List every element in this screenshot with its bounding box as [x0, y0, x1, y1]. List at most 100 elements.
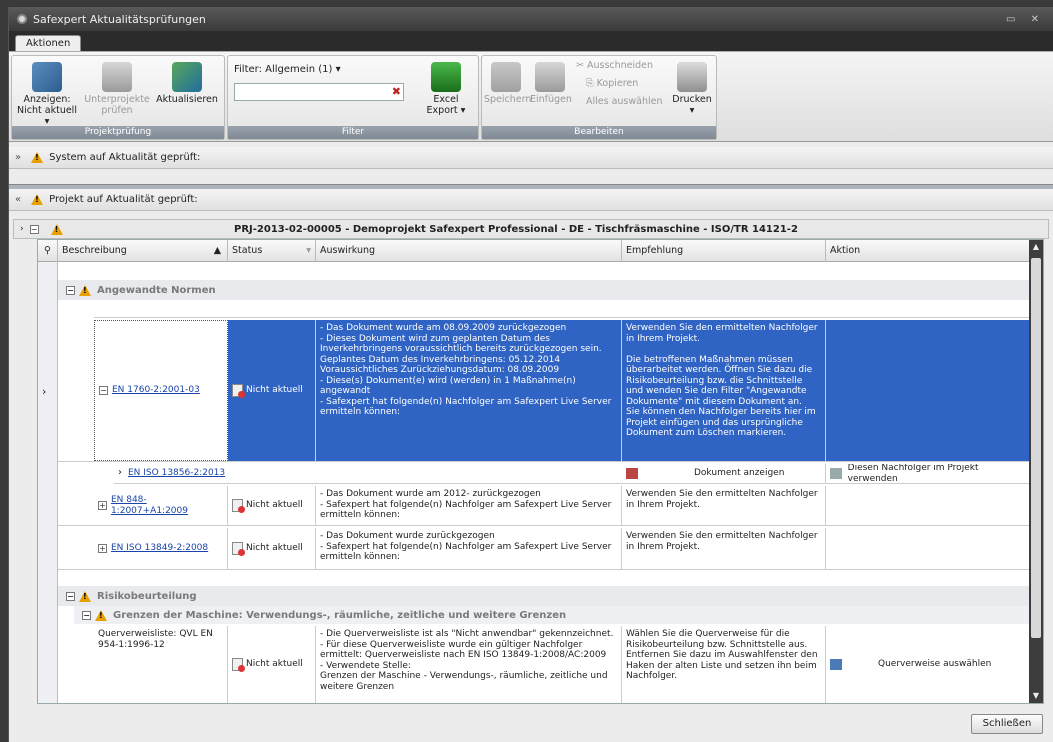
- group-filter: Filter: Allgemein (1) ▾ ✖ Excel Export ▾…: [227, 55, 479, 140]
- anzeigen-value: Nicht aktuell: [17, 105, 77, 116]
- successor-desc-cell[interactable]: › EN ISO 13856-2:2013: [114, 464, 622, 483]
- show-document-cell[interactable]: Dokument anzeigen: [622, 464, 826, 483]
- search-icon[interactable]: ⚲: [38, 240, 58, 262]
- table-row[interactable]: + EN ISO 13849-2:2008 Nicht aktuell - Da…: [58, 528, 1031, 570]
- drucken-button[interactable]: Drucken ▾: [670, 62, 714, 116]
- col-auswirkung[interactable]: Auswirkung: [316, 240, 622, 262]
- table-row[interactable]: + EN 848-1:2007+A1:2009 Nicht aktuell - …: [58, 486, 1031, 526]
- desc-cell[interactable]: − EN 1760-2:2001-03: [94, 320, 228, 461]
- successor-row[interactable]: › EN ISO 13856-2:2013 Dokument anzeigen …: [114, 464, 1031, 484]
- speichern-button[interactable]: Speichern: [484, 62, 532, 105]
- col-empfehlung[interactable]: Empfehlung: [622, 240, 826, 262]
- status-cell: Nicht aktuell: [228, 528, 316, 569]
- group-bearbeiten: Speichern Einfügen ✂ Ausschneiden ⎘ Kopi…: [481, 55, 717, 140]
- document-link[interactable]: EN ISO 13849-2:2008: [111, 543, 208, 554]
- collapse-toggle[interactable]: −: [66, 591, 75, 601]
- scroll-thumb[interactable]: [1031, 258, 1041, 638]
- app-window: Safexpert Aktualitätsprüfungen ▭ ✕ Aktio…: [8, 7, 1053, 742]
- unterprojekte-label2: prüfen: [101, 105, 133, 116]
- project-section-label: Projekt auf Aktualität geprüft:: [49, 194, 198, 205]
- excel-export-button[interactable]: Excel Export ▾: [418, 62, 474, 116]
- effect-cell: - Das Dokument wurde zurückgezogen - Saf…: [316, 528, 622, 569]
- project-title: PRJ-2013-02-00005 - Demoprojekt Safexper…: [234, 223, 798, 235]
- filter-title: Filter: Allgemein (1): [234, 64, 333, 75]
- window-title: Safexpert Aktualitätsprüfungen: [33, 12, 206, 26]
- empty-row: [94, 302, 1029, 318]
- anzeigen-button[interactable]: Anzeigen: Nicht aktuell ▾: [14, 62, 80, 127]
- group-risikobeurteilung[interactable]: − Risikobeurteilung: [58, 586, 1029, 606]
- excel-icon: [431, 62, 461, 92]
- group-label-filter: Filter: [228, 126, 478, 139]
- kopieren-button[interactable]: ⎘ Kopieren: [586, 78, 666, 89]
- use-successor-cell[interactable]: Diesen Nachfolger im Projekt verwenden: [826, 464, 1031, 483]
- status-cell: Nicht aktuell: [228, 486, 316, 525]
- expand-toggle[interactable]: −: [99, 386, 108, 395]
- aktualisieren-button[interactable]: Aktualisieren: [152, 62, 222, 105]
- expand-toggle[interactable]: +: [98, 501, 107, 510]
- close-button[interactable]: Schließen: [971, 714, 1043, 734]
- warning-icon: [31, 194, 44, 205]
- effect-cell: - Die Querverweisliste ist als "Nicht an…: [316, 626, 622, 703]
- refresh-icon: [172, 62, 202, 92]
- system-section-header[interactable]: » System auf Aktualität geprüft:: [9, 147, 1053, 169]
- querverweise-button[interactable]: Querverweise auswählen: [878, 659, 991, 670]
- crossref-icon: [830, 659, 842, 670]
- clear-filter-icon[interactable]: ✖: [392, 85, 401, 98]
- warning-icon: [79, 590, 91, 602]
- collapse-chevron-icon[interactable]: «: [15, 194, 21, 205]
- col-status[interactable]: Status ▾: [228, 240, 316, 262]
- status-text: Nicht aktuell: [246, 659, 303, 670]
- group-grenzen[interactable]: − Grenzen der Maschine: Verwendungs-, rä…: [74, 606, 1029, 624]
- desc-cell[interactable]: Querverweisliste: QVL EN 954-1:1996-12: [94, 626, 228, 703]
- project-row[interactable]: › − PRJ-2013-02-00005 - Demoprojekt Safe…: [13, 219, 1049, 239]
- group-label-projektpruefung: Projektprüfung: [12, 126, 224, 139]
- expand-arrow-icon[interactable]: ›: [118, 468, 122, 479]
- group-angewandte-normen[interactable]: − Angewandte Normen: [58, 280, 1029, 300]
- scroll-up-icon[interactable]: ▲: [1029, 240, 1043, 254]
- show-document-button[interactable]: Dokument anzeigen: [694, 468, 784, 479]
- grid-header: ⚲ Beschreibung ▲ Status ▾ Auswirkung Empfe…: [38, 240, 1043, 262]
- excel-label: Excel: [433, 94, 459, 105]
- vertical-scrollbar[interactable]: ▲ ▼: [1029, 240, 1043, 703]
- expand-chevron-icon[interactable]: »: [15, 152, 21, 163]
- table-row[interactable]: Querverweisliste: QVL EN 954-1:1996-12 N…: [58, 626, 1031, 703]
- expand-toggle[interactable]: +: [98, 544, 107, 553]
- drucken-label: Drucken: [672, 94, 712, 105]
- collapse-toggle[interactable]: −: [66, 285, 75, 295]
- project-section-header[interactable]: « Projekt auf Aktualität geprüft:: [9, 189, 1053, 211]
- window-controls[interactable]: ▭ ✕: [1006, 14, 1045, 25]
- filter-funnel-icon[interactable]: ▾: [306, 240, 311, 262]
- table-row[interactable]: − EN 1760-2:2001-03 Nicht aktuell - Das …: [58, 320, 1031, 462]
- kopieren-label: Kopieren: [596, 78, 639, 89]
- row-selector-column: [38, 262, 58, 703]
- collapse-toggle[interactable]: −: [82, 610, 91, 620]
- scroll-down-icon[interactable]: ▼: [1029, 689, 1043, 703]
- save-icon: [491, 62, 521, 92]
- row-arrow-icon: ›: [20, 224, 24, 234]
- col-beschreibung[interactable]: Beschreibung ▲: [58, 240, 228, 262]
- status-text: Nicht aktuell: [246, 500, 303, 511]
- speichern-label: Speichern: [484, 94, 532, 105]
- group-label-grenzen: Grenzen der Maschine: Verwendungs-, räum…: [113, 609, 567, 621]
- document-link[interactable]: EN 848-1:2007+A1:2009: [111, 495, 223, 516]
- desc-cell[interactable]: + EN ISO 13849-2:2008: [94, 528, 228, 569]
- group-label-risiko: Risikobeurteilung: [97, 590, 197, 602]
- use-successor-button[interactable]: Diesen Nachfolger im Projekt verwenden: [848, 464, 1026, 483]
- action-cell[interactable]: Querverweise auswählen: [826, 626, 1031, 703]
- alles-auswaehlen-button[interactable]: Alles auswählen: [586, 96, 666, 107]
- collapse-toggle[interactable]: −: [29, 224, 39, 234]
- filter-input[interactable]: ✖: [234, 83, 404, 101]
- unterprojekte-button[interactable]: Unterprojekte prüfen: [84, 62, 150, 116]
- document-link[interactable]: EN 1760-2:2001-03: [112, 385, 200, 396]
- outdated-status-icon: [232, 658, 245, 672]
- print-icon: [677, 62, 707, 92]
- check-filter-icon: [32, 62, 62, 92]
- ausschneiden-button[interactable]: ✂ Ausschneiden: [576, 60, 666, 71]
- col-aktion[interactable]: Aktion: [826, 240, 1031, 262]
- einfuegen-label: Einfügen: [530, 94, 572, 105]
- successor-link[interactable]: EN ISO 13856-2:2013: [128, 468, 225, 479]
- col-empfehlung-label: Empfehlung: [626, 245, 684, 256]
- filter-dropdown[interactable]: Filter: Allgemein (1) ▾: [234, 64, 341, 75]
- einfuegen-button[interactable]: Einfügen: [530, 62, 572, 105]
- desc-cell[interactable]: + EN 848-1:2007+A1:2009: [94, 486, 228, 525]
